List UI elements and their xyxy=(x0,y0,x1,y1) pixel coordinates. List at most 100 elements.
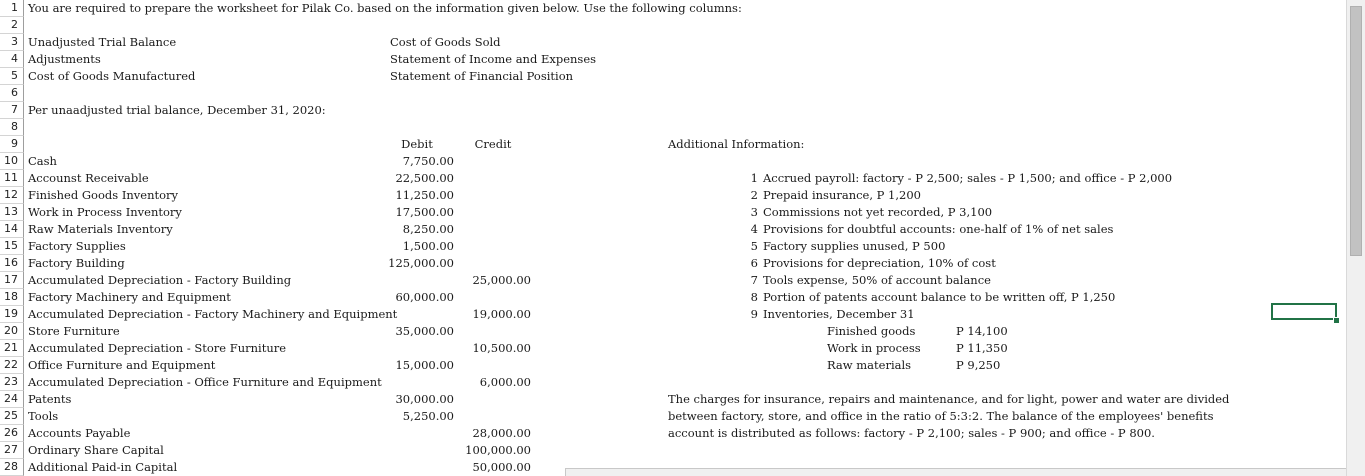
cell-a[interactable]: Work in Process Inventory xyxy=(28,204,398,221)
row-header[interactable]: 25 xyxy=(0,408,24,425)
cell-a[interactable]: Accumulated Depreciation - Factory Machi… xyxy=(28,306,398,323)
sheet-row[interactable]: 2 xyxy=(0,17,1346,34)
row-header[interactable]: 24 xyxy=(0,391,24,408)
cell-info[interactable]: between factory, store, and office in th… xyxy=(668,408,1338,425)
cell-invlabel[interactable]: Raw materials xyxy=(827,357,947,374)
cell-credit[interactable]: 50,000.00 xyxy=(455,459,531,476)
cell-debit[interactable]: 5,250.00 xyxy=(380,408,454,425)
cell-inum[interactable]: 7 xyxy=(740,272,758,289)
sheet-row[interactable]: 24 Patents 30,000.00 The charges for insura… xyxy=(0,391,1346,408)
sheet-row[interactable]: 10 Cash 7,750.00 xyxy=(0,153,1346,170)
cell-itext[interactable]: Portion of patents account balance to be… xyxy=(763,289,1333,306)
cell-a[interactable]: Finished Goods Inventory xyxy=(28,187,398,204)
sheet-row[interactable]: 5 Cost of Goods Manufactured Statement of … xyxy=(0,68,1346,85)
cell-a[interactable]: Patents xyxy=(28,391,398,408)
row-header[interactable]: 15 xyxy=(0,238,24,255)
cell-credit[interactable]: Credit xyxy=(455,136,531,153)
row-header[interactable]: 26 xyxy=(0,425,24,442)
cell-credit[interactable]: 6,000.00 xyxy=(455,374,531,391)
cell-inum[interactable]: 2 xyxy=(740,187,758,204)
row-header[interactable]: 4 xyxy=(0,51,24,68)
cell-inum[interactable]: 5 xyxy=(740,238,758,255)
row-header[interactable]: 28 xyxy=(0,459,24,476)
cell-inum[interactable]: 4 xyxy=(740,221,758,238)
row-header[interactable]: 5 xyxy=(0,68,24,85)
row-header[interactable]: 3 xyxy=(0,34,24,51)
row-header[interactable]: 17 xyxy=(0,272,24,289)
cell-inum[interactable]: 1 xyxy=(740,170,758,187)
cell-itext[interactable]: Inventories, December 31 xyxy=(763,306,1333,323)
cell-a[interactable]: Adjustments xyxy=(28,51,398,68)
cell-itext[interactable]: Accrued payroll: factory - P 2,500; sale… xyxy=(763,170,1333,187)
sheet-row[interactable]: 19 Accumulated Depreciation - Factory Mac… xyxy=(0,306,1346,323)
sheet-row[interactable]: 25 Tools 5,250.00 between factory, store, a… xyxy=(0,408,1346,425)
cell-a[interactable]: Unadjusted Trial Balance xyxy=(28,34,398,51)
sheet-row[interactable]: 26 Accounts Payable 28,000.00 account is di… xyxy=(0,425,1346,442)
cell-credit[interactable]: 19,000.00 xyxy=(455,306,531,323)
row-header[interactable]: 11 xyxy=(0,170,24,187)
cell-info[interactable]: Additional Information: xyxy=(668,136,1338,153)
cell-a[interactable]: Tools xyxy=(28,408,398,425)
cell-credit[interactable]: 10,500.00 xyxy=(455,340,531,357)
sheet-row[interactable]: 13 Work in Process Inventory 17,500.00 3 Com… xyxy=(0,204,1346,221)
sheet-row[interactable]: 27 Ordinary Share Capital 100,000.00 xyxy=(0,442,1346,459)
sheet-row[interactable]: 7 Per unaadjusted trial balance, December… xyxy=(0,102,1346,119)
sheet-row[interactable]: 3 Unadjusted Trial Balance Cost of Goods S… xyxy=(0,34,1346,51)
cell-a[interactable]: Cost of Goods Manufactured xyxy=(28,68,398,85)
sheet-row[interactable]: 20 Store Furniture 35,000.00 Finished goods… xyxy=(0,323,1346,340)
spreadsheet-grid[interactable]: 1 You are required to prepare the workshe… xyxy=(0,0,1346,476)
cell-a[interactable]: Accumulated Depreciation - Office Furnit… xyxy=(28,374,398,391)
cell-a[interactable]: Factory Building xyxy=(28,255,398,272)
sheet-row[interactable]: 12 Finished Goods Inventory 11,250.00 2 Prep… xyxy=(0,187,1346,204)
sheet-row[interactable]: 17 Accumulated Depreciation - Factory Bui… xyxy=(0,272,1346,289)
cell-a[interactable]: Store Furniture xyxy=(28,323,398,340)
row-header[interactable]: 13 xyxy=(0,204,24,221)
cell-inum[interactable]: 8 xyxy=(740,289,758,306)
vertical-scrollbar[interactable] xyxy=(1346,0,1365,476)
cell-itext[interactable]: Provisions for doubtful accounts: one-ha… xyxy=(763,221,1333,238)
cell-itext[interactable]: Commissions not yet recorded, P 3,100 xyxy=(763,204,1333,221)
row-header[interactable]: 8 xyxy=(0,119,24,136)
cell-a[interactable]: Per unaadjusted trial balance, December … xyxy=(28,102,398,119)
cell-invlabel[interactable]: Finished goods xyxy=(827,323,947,340)
cell-info[interactable]: The charges for insurance, repairs and m… xyxy=(668,391,1338,408)
row-header[interactable]: 12 xyxy=(0,187,24,204)
cell-e[interactable]: Statement of Financial Position xyxy=(390,68,650,85)
cell-a[interactable]: Factory Machinery and Equipment xyxy=(28,289,398,306)
sheet-row[interactable]: 4 Adjustments Statement of Income and Expe… xyxy=(0,51,1346,68)
sheet-row[interactable]: 9 Debit Credit Additional Information: xyxy=(0,136,1346,153)
cell-a[interactable]: Raw Materials Inventory xyxy=(28,221,398,238)
row-header[interactable]: 9 xyxy=(0,136,24,153)
cell-a[interactable]: Cash xyxy=(28,153,398,170)
sheet-row[interactable]: 6 xyxy=(0,85,1346,102)
cell-debit[interactable]: 15,000.00 xyxy=(380,357,454,374)
sheet-row[interactable]: 14 Raw Materials Inventory 8,250.00 4 Provis… xyxy=(0,221,1346,238)
cell-debit[interactable]: 125,000.00 xyxy=(380,255,454,272)
cell-debit[interactable]: 1,500.00 xyxy=(380,238,454,255)
row-header[interactable]: 16 xyxy=(0,255,24,272)
cell-a[interactable]: Factory Supplies xyxy=(28,238,398,255)
cell-credit[interactable]: 100,000.00 xyxy=(455,442,531,459)
sheet-row[interactable]: 21 Accumulated Depreciation - Store Furni… xyxy=(0,340,1346,357)
cell-a[interactable]: Accumulated Depreciation - Factory Build… xyxy=(28,272,398,289)
row-header[interactable]: 27 xyxy=(0,442,24,459)
cell-debit[interactable]: 35,000.00 xyxy=(380,323,454,340)
cell-itext[interactable]: Tools expense, 50% of account balance xyxy=(763,272,1333,289)
row-header[interactable]: 2 xyxy=(0,17,24,34)
cell-credit[interactable]: 25,000.00 xyxy=(455,272,531,289)
selected-cell[interactable] xyxy=(1271,303,1337,320)
sheet-row[interactable]: 18 Factory Machinery and Equipment 60,000.… xyxy=(0,289,1346,306)
cell-a[interactable]: Accounts Payable xyxy=(28,425,398,442)
cell-debit[interactable]: 30,000.00 xyxy=(380,391,454,408)
cell-itext[interactable]: Provisions for depreciation, 10% of cost xyxy=(763,255,1333,272)
vertical-scroll-thumb[interactable] xyxy=(1350,6,1362,256)
cell-debit[interactable]: 22,500.00 xyxy=(380,170,454,187)
cell-credit[interactable]: 28,000.00 xyxy=(455,425,531,442)
sheet-row[interactable]: 16 Factory Building 125,000.00 6 Provisions … xyxy=(0,255,1346,272)
cell-inum[interactable]: 6 xyxy=(740,255,758,272)
cell-itext[interactable]: Prepaid insurance, P 1,200 xyxy=(763,187,1333,204)
cell-invval[interactable]: P 14,100 xyxy=(956,323,1036,340)
cell-a[interactable]: Accumulated Depreciation - Store Furnitu… xyxy=(28,340,398,357)
cell-e[interactable]: Cost of Goods Sold xyxy=(390,34,650,51)
cell-a[interactable]: Accounst Receivable xyxy=(28,170,398,187)
